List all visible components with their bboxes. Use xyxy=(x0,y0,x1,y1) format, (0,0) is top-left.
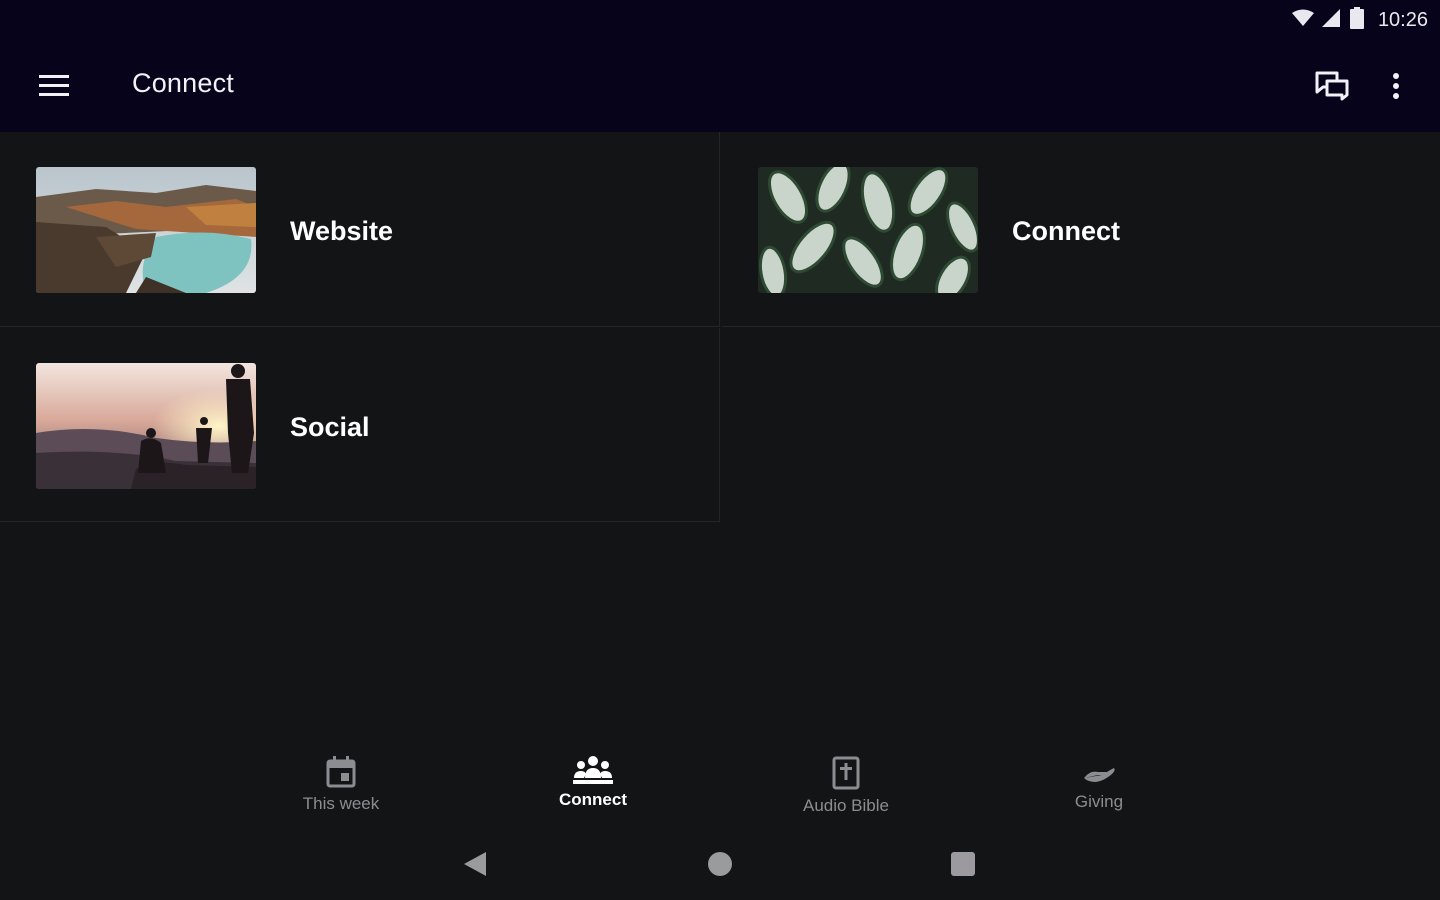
home-circle-icon xyxy=(708,852,732,876)
nav-giving[interactable]: Giving xyxy=(1029,756,1169,824)
system-back-button[interactable] xyxy=(462,850,488,883)
menu-button[interactable] xyxy=(26,66,82,106)
crater-lake-photo xyxy=(36,167,256,293)
system-recents-button[interactable] xyxy=(950,851,976,882)
nav-label: Giving xyxy=(1074,792,1124,811)
nav-connect[interactable]: Connect xyxy=(523,756,663,824)
page-title: Connect xyxy=(132,68,234,98)
calendar-icon xyxy=(326,756,356,788)
app-bar: Connect xyxy=(0,40,1440,132)
status-bar: 10:26 xyxy=(0,0,1440,40)
sunset-hikers-photo xyxy=(36,363,256,489)
bottom-navigation: This week Connect Audio Bible Giving xyxy=(0,740,1440,830)
card-label: Social xyxy=(290,412,370,442)
card-social[interactable]: Social xyxy=(0,328,720,522)
wifi-icon xyxy=(1291,9,1314,32)
back-triangle-icon xyxy=(464,852,486,876)
more-options-button[interactable] xyxy=(1376,64,1416,108)
system-home-button[interactable] xyxy=(707,851,733,882)
chat-button[interactable] xyxy=(1308,64,1356,108)
nav-audio-bible[interactable]: Audio Bible xyxy=(776,756,916,824)
nav-label: Connect xyxy=(559,790,627,809)
system-navigation-bar xyxy=(0,830,1440,900)
more-vertical-icon xyxy=(1393,73,1399,99)
bible-icon xyxy=(832,756,860,790)
battery-icon xyxy=(1349,6,1364,34)
giving-hand-icon xyxy=(1084,768,1115,782)
chat-icon xyxy=(1315,71,1349,101)
card-label: Connect xyxy=(1012,216,1120,246)
nav-this-week[interactable]: This week xyxy=(271,756,411,824)
signal-icon xyxy=(1321,8,1342,32)
card-label: Website xyxy=(290,216,394,246)
nav-label: Audio Bible xyxy=(802,796,889,815)
nav-label: This week xyxy=(302,794,380,813)
hamburger-menu-icon xyxy=(39,75,69,96)
card-website[interactable]: Website xyxy=(0,132,720,327)
leaves-photo xyxy=(758,167,978,293)
recents-square-icon xyxy=(951,852,975,876)
group-icon xyxy=(573,756,613,784)
status-clock: 10:26 xyxy=(1377,8,1428,31)
card-connect[interactable]: Connect xyxy=(722,132,1440,327)
